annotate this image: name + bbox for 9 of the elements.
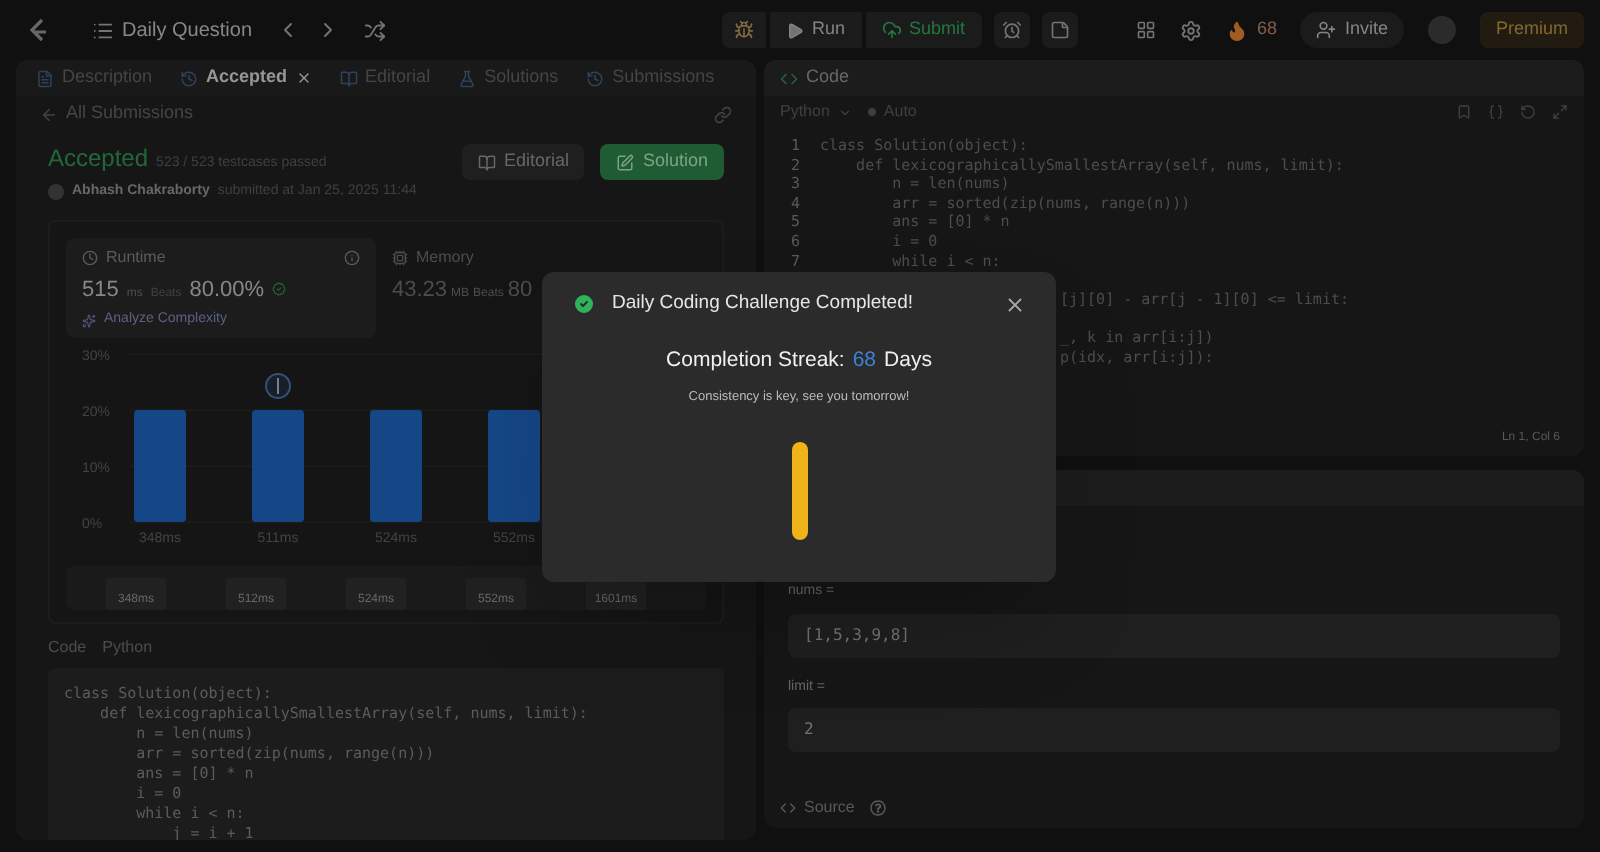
streak-label: Completion Streak: — [666, 346, 845, 377]
streak-count: 68 — [852, 346, 877, 377]
dialog-title: Daily Coding Challenge Completed! — [612, 290, 914, 318]
runtime-value: 515 — [82, 275, 119, 305]
streak-unit: Days — [884, 346, 932, 377]
panel-title: Code — [806, 64, 850, 91]
beats-percentage: 80.00% — [189, 275, 265, 305]
status-text: Accepted — [48, 142, 149, 176]
runtime-label: Runtime — [106, 245, 166, 269]
